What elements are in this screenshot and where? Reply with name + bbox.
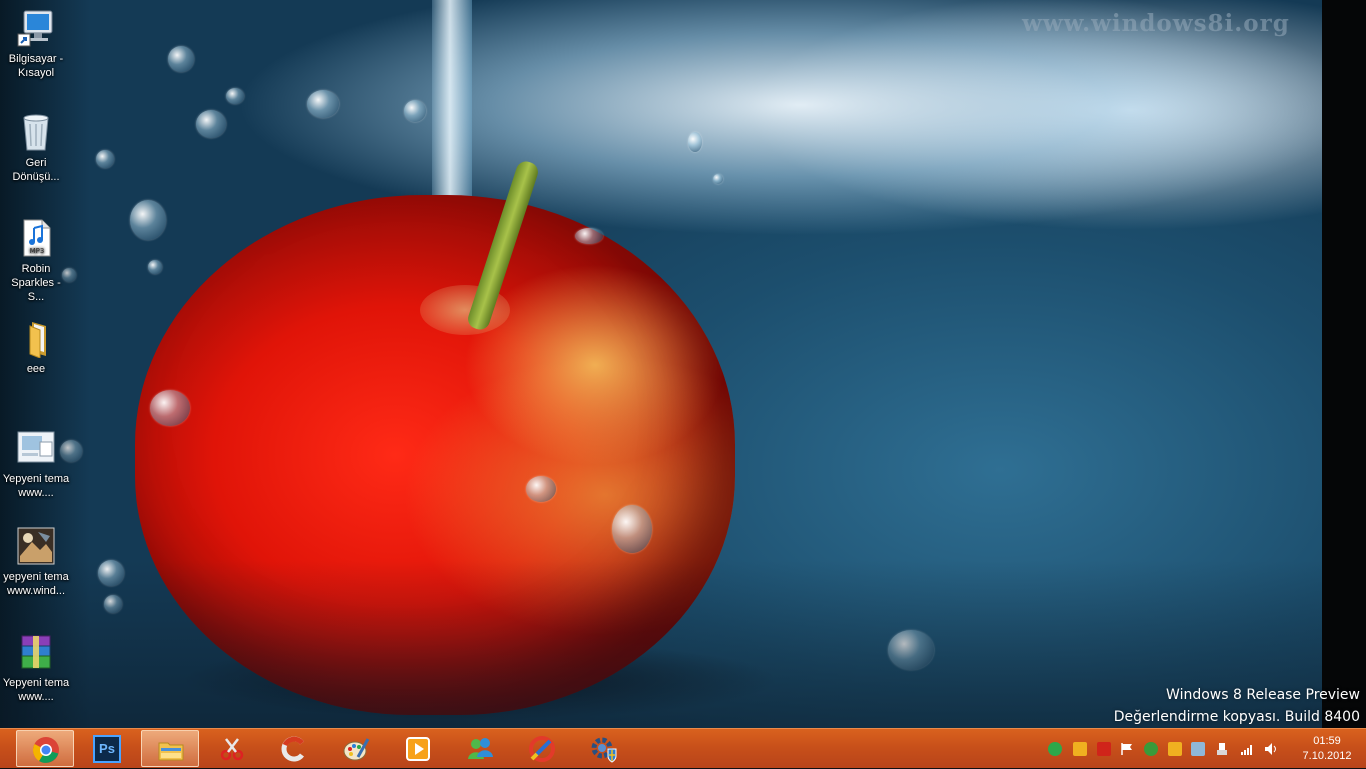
ccleaner-icon: [281, 736, 304, 762]
folder-icon: [16, 318, 56, 359]
desktop-icon-theme-file[interactable]: Yepyeni tema www....: [0, 428, 72, 500]
adobe-icon[interactable]: [1097, 742, 1111, 756]
desktop-icon-computer[interactable]: Bilgisayar - Kısayol: [0, 8, 72, 80]
taskbar-media-player-button[interactable]: [389, 730, 447, 767]
desktop-icon-label: Bilgisayar - Kısayol: [8, 53, 64, 79]
desktop-icon-folder[interactable]: eee: [0, 318, 72, 376]
kaspersky-icon[interactable]: [1168, 742, 1182, 756]
water-drop: [713, 174, 723, 184]
water-drop: [168, 46, 194, 72]
messenger-icon: [468, 738, 493, 759]
desktop-icon-label: eee: [26, 363, 46, 375]
usb-icon[interactable]: [1215, 742, 1229, 756]
wallpaper-right-border: [1322, 0, 1366, 728]
taskbar-photoshop-button[interactable]: Ps: [78, 730, 136, 767]
network-share-icon[interactable]: [1144, 742, 1158, 756]
taskbar-clock[interactable]: 01:59 7.10.2012: [1292, 734, 1362, 764]
water-drop: [130, 200, 166, 240]
ccleaner-brush-icon: [529, 736, 555, 762]
paint-icon: [343, 738, 370, 761]
water-drop: [96, 150, 114, 168]
theme-file-icon: [16, 428, 56, 468]
security-icon[interactable]: [1191, 742, 1205, 756]
svg-text:MP3: MP3: [30, 247, 45, 255]
file-explorer-icon: [158, 742, 184, 761]
computer-shortcut-icon: [16, 8, 56, 48]
taskbar-settings-button[interactable]: [575, 730, 633, 767]
water-drop: [575, 228, 603, 244]
build-info-line1: Windows 8 Release Preview: [1166, 687, 1360, 703]
signal-icon[interactable]: [1240, 742, 1254, 756]
build-info-line2: Değerlendirme kopyası. Build 8400: [1113, 709, 1360, 725]
taskbar-snipping-tool-button[interactable]: [203, 730, 261, 767]
taskbar-messenger-button[interactable]: [451, 730, 509, 767]
settings-gear-shield-icon: [591, 737, 617, 763]
desktop-icon-label: Yepyeni tema www....: [2, 677, 70, 703]
desktop-icon-label: Robin Sparkles - S...: [11, 263, 61, 303]
desktop-icon-label: Yepyeni tema www....: [2, 473, 70, 499]
clock-time: 01:59: [1313, 735, 1341, 747]
recycle-bin-icon: [16, 112, 56, 152]
desktop-icon-label: Geri Dönüşü...: [12, 157, 60, 183]
update-icon[interactable]: [1048, 742, 1062, 756]
water-drop: [307, 90, 339, 118]
chrome-icon: [33, 737, 59, 763]
water-drop: [196, 110, 226, 138]
taskbar-paint-button[interactable]: [327, 730, 385, 767]
taskbar-chrome-button[interactable]: [16, 730, 74, 767]
desktop-icon-label: yepyeni tema www.wind...: [3, 571, 69, 597]
snipping-tool-icon: [220, 738, 244, 761]
mp3-file-icon: MP3: [16, 218, 56, 258]
water-drop: [526, 476, 556, 502]
alert-icon[interactable]: [1073, 742, 1087, 756]
volume-icon[interactable]: [1264, 742, 1278, 756]
winrar-archive-icon: [16, 632, 56, 672]
build-info: Windows 8 Release Preview Değerlendirme …: [1114, 684, 1360, 728]
system-tray: [1040, 729, 1290, 769]
flag-icon[interactable]: [1120, 742, 1134, 756]
desktop-icon-theme-image[interactable]: yepyeni tema www.wind...: [0, 526, 72, 598]
media-player-icon: [406, 737, 430, 761]
water-drop: [612, 505, 652, 553]
taskbar-ccleaner-brush-button[interactable]: [513, 730, 571, 767]
water-drop: [404, 100, 426, 122]
water-drop: [688, 132, 702, 152]
taskbar-ccleaner-button[interactable]: [265, 730, 323, 767]
taskbar-file-explorer-button[interactable]: [141, 730, 199, 767]
desktop-icon-mp3[interactable]: MP3 Robin Sparkles - S...: [0, 218, 72, 304]
desktop-wallpaper: [0, 0, 1366, 728]
theme-image-icon: [16, 526, 56, 566]
wallpaper-watermark: www.windows8i.org: [1022, 10, 1290, 37]
desktop-icon-recycle-bin[interactable]: Geri Dönüşü...: [0, 112, 72, 184]
clock-date: 7.10.2012: [1302, 750, 1352, 762]
water-drop: [226, 88, 244, 104]
desktop-icon-winrar[interactable]: Yepyeni tema www....: [0, 632, 72, 704]
taskbar: Ps 01:59 7.10.2012: [0, 728, 1366, 768]
water-drop: [150, 390, 190, 426]
photoshop-icon: Ps: [93, 735, 121, 763]
water-drop: [148, 260, 162, 274]
